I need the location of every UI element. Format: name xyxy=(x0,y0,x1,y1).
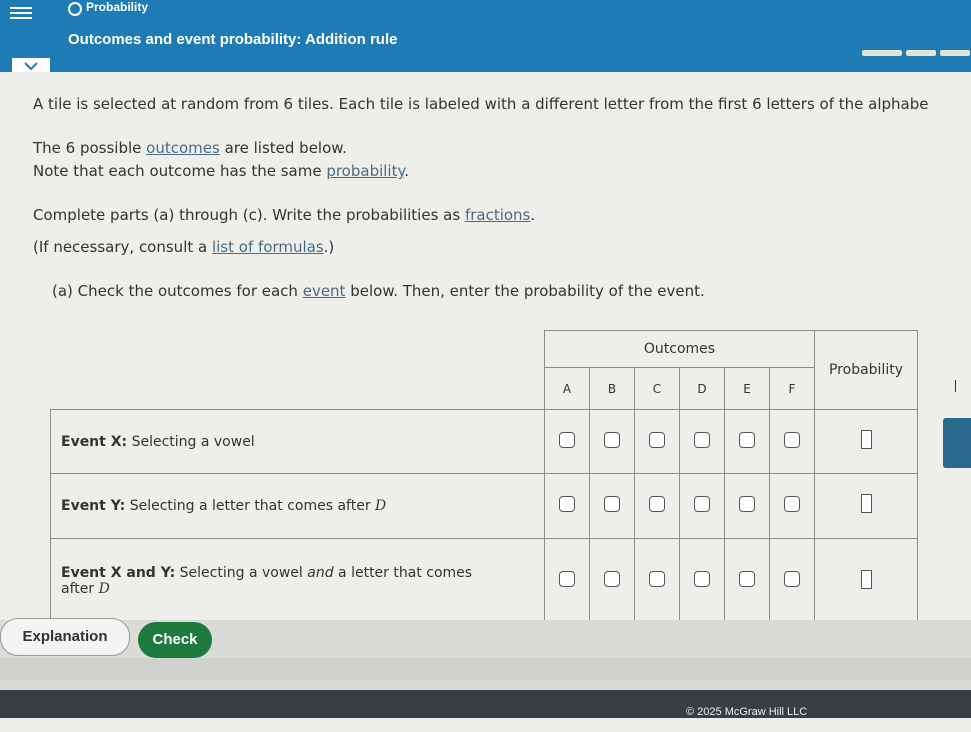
probability-input[interactable] xyxy=(860,430,872,450)
probability-input[interactable] xyxy=(860,569,872,589)
outcome-checkbox[interactable] xyxy=(604,431,620,448)
outcomes-sentence: The 6 possible outcomes are listed below… xyxy=(33,139,347,157)
formulas-sentence: (If necessary, consult a list of formula… xyxy=(33,238,335,256)
probability-sentence: Note that each outcome has the same prob… xyxy=(33,162,410,180)
outcomes-table: Outcomes Probability A B C D E F Event X… xyxy=(50,330,918,625)
outcome-checkbox[interactable] xyxy=(604,571,620,588)
action-bar-strip xyxy=(0,658,971,680)
footer xyxy=(0,690,971,718)
part-a-instructions: (a) Check the outcomes for each event be… xyxy=(52,282,705,300)
outcomes-header: Outcomes xyxy=(544,330,815,368)
outcome-checkbox[interactable] xyxy=(604,495,620,512)
outcome-checkbox[interactable] xyxy=(559,495,575,512)
outcomes-link[interactable]: outcomes xyxy=(146,139,220,157)
outcome-checkbox[interactable] xyxy=(559,571,575,588)
event-x-label: Event X: Selecting a vowel xyxy=(50,408,545,475)
menu-icon[interactable] xyxy=(10,4,32,22)
table-corner xyxy=(50,330,545,410)
outcome-checkbox[interactable] xyxy=(649,495,665,512)
letter-header: E xyxy=(724,367,770,410)
letter-header: D xyxy=(679,367,725,410)
outcome-checkbox[interactable] xyxy=(739,571,755,588)
chevron-down-icon xyxy=(24,62,38,71)
event-x-and-y-label: Event X and Y: Selecting a vowel and a l… xyxy=(50,537,545,625)
probability-input[interactable] xyxy=(860,494,872,514)
page-title: Outcomes and event probability: Addition… xyxy=(68,31,398,48)
letter-header: F xyxy=(769,367,815,410)
scroll-indicator xyxy=(955,380,956,392)
topic-circle-icon xyxy=(68,2,82,16)
letter-header: B xyxy=(589,367,635,410)
table-row: Event X and Y: Selecting a vowel and a l… xyxy=(50,537,918,625)
outcome-checkbox[interactable] xyxy=(694,495,710,512)
event-link[interactable]: event xyxy=(303,282,346,300)
topic-label: Probability xyxy=(86,0,149,14)
outcome-checkbox[interactable] xyxy=(784,431,800,448)
top-bar: Probability Outcomes and event probabili… xyxy=(0,0,971,72)
probability-link[interactable]: probability xyxy=(326,162,404,180)
table-row: Event X: Selecting a vowel xyxy=(50,408,918,475)
outcome-checkbox[interactable] xyxy=(739,495,755,512)
letter-header: A xyxy=(544,367,590,410)
problem-statement: A tile is selected at random from 6 tile… xyxy=(33,95,929,113)
outcome-checkbox[interactable] xyxy=(784,495,800,512)
event-y-label: Event Y: Selecting a letter that comes a… xyxy=(50,473,545,539)
table-row: Event Y: Selecting a letter that comes a… xyxy=(50,473,918,539)
outcome-checkbox[interactable] xyxy=(559,431,575,448)
outcome-checkbox[interactable] xyxy=(739,431,755,448)
fractions-link[interactable]: fractions xyxy=(465,206,530,224)
letter-header: C xyxy=(634,367,680,410)
outcome-checkbox[interactable] xyxy=(694,431,710,448)
outcome-checkbox[interactable] xyxy=(649,571,665,588)
instructions-sentence: Complete parts (a) through (c). Write th… xyxy=(33,206,536,224)
progress-indicator xyxy=(862,50,970,56)
probability-header: Probability xyxy=(814,330,918,410)
copyright-text: © 2025 McGraw Hill LLC xyxy=(686,706,808,718)
side-panel-tab[interactable] xyxy=(943,418,971,468)
check-button[interactable]: Check xyxy=(138,622,212,658)
formulas-link[interactable]: list of formulas xyxy=(212,238,324,256)
outcome-checkbox[interactable] xyxy=(784,571,800,588)
outcome-checkbox[interactable] xyxy=(649,431,665,448)
explanation-button[interactable]: Explanation xyxy=(0,618,130,656)
outcome-checkbox[interactable] xyxy=(694,571,710,588)
